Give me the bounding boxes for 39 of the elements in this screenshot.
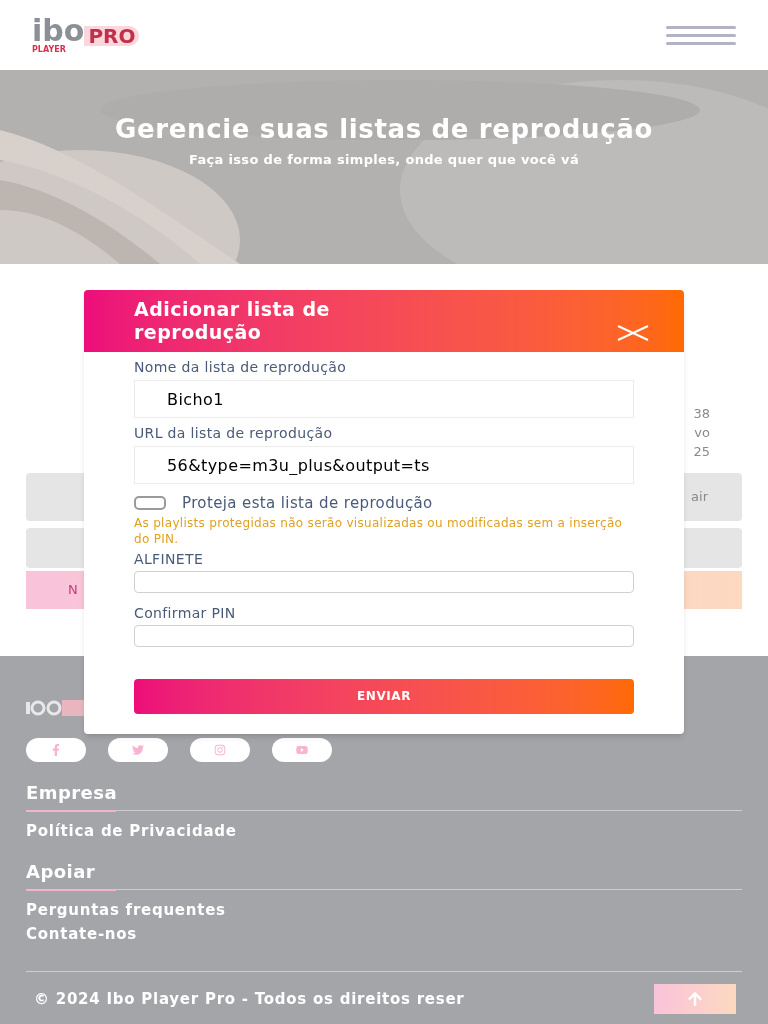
logo-subtext: PLAYER — [32, 46, 67, 54]
checkbox-label: Proteja esta lista de reprodução — [182, 493, 433, 514]
play-icon — [296, 744, 308, 756]
text-fragment: vo — [694, 424, 710, 442]
hero-subtitle: Faça isso de forma simples, onde quer que você vá — [189, 151, 579, 169]
field-label: Confirmar PIN — [134, 603, 237, 622]
footer-link[interactable]: Contate-nos — [26, 924, 742, 944]
arrow-up-icon — [687, 991, 703, 1007]
social-link[interactable] — [108, 738, 168, 762]
back-to-top-button[interactable] — [654, 984, 736, 1014]
warning-text: As playlists protegidas não serão visualizadas ou modificadas sem a inserção do PIN. — [134, 514, 624, 547]
checkbox[interactable] — [134, 496, 166, 511]
logo-text: ibo — [32, 16, 85, 46]
modal-title: Adicionar lista de reprodução — [134, 298, 331, 344]
facebook-icon — [50, 744, 62, 756]
footer-heading: Apoiar — [26, 860, 97, 884]
hero-title: Gerencie suas listas de reprodução — [114, 116, 654, 142]
social-link[interactable] — [190, 738, 250, 762]
field-label: Nome da lista de reprodução — [134, 358, 348, 376]
footer-link[interactable]: Perguntas frequentes — [26, 900, 742, 920]
social-link[interactable] — [26, 738, 86, 762]
submit-button[interactable]: ENVIAR — [134, 678, 634, 714]
camera-icon — [214, 744, 226, 756]
field-label: URL da lista de reprodução — [134, 424, 334, 442]
field-label: ALFINETE — [134, 549, 205, 568]
copyright-text: © 2024 Ibo Player Pro - Todos os direitos reser — [33, 988, 465, 1010]
social-link[interactable] — [272, 738, 332, 762]
footer-link[interactable]: Política de Privacidade — [26, 821, 742, 841]
input-field[interactable] — [134, 570, 634, 593]
close-icon[interactable] — [616, 325, 650, 341]
input-field[interactable] — [134, 624, 634, 647]
text-fragment: 25 — [693, 443, 710, 461]
input-field[interactable]: 56&type=m3u_plus&output=ts — [134, 446, 634, 484]
footer-heading: Empresa — [26, 781, 119, 805]
bird-icon — [132, 744, 144, 756]
menu-icon[interactable] — [666, 25, 736, 45]
input-field[interactable]: Bicho1 — [134, 380, 634, 418]
text-fragment: 38 — [693, 405, 710, 423]
logo-badge: PRO — [84, 26, 140, 46]
